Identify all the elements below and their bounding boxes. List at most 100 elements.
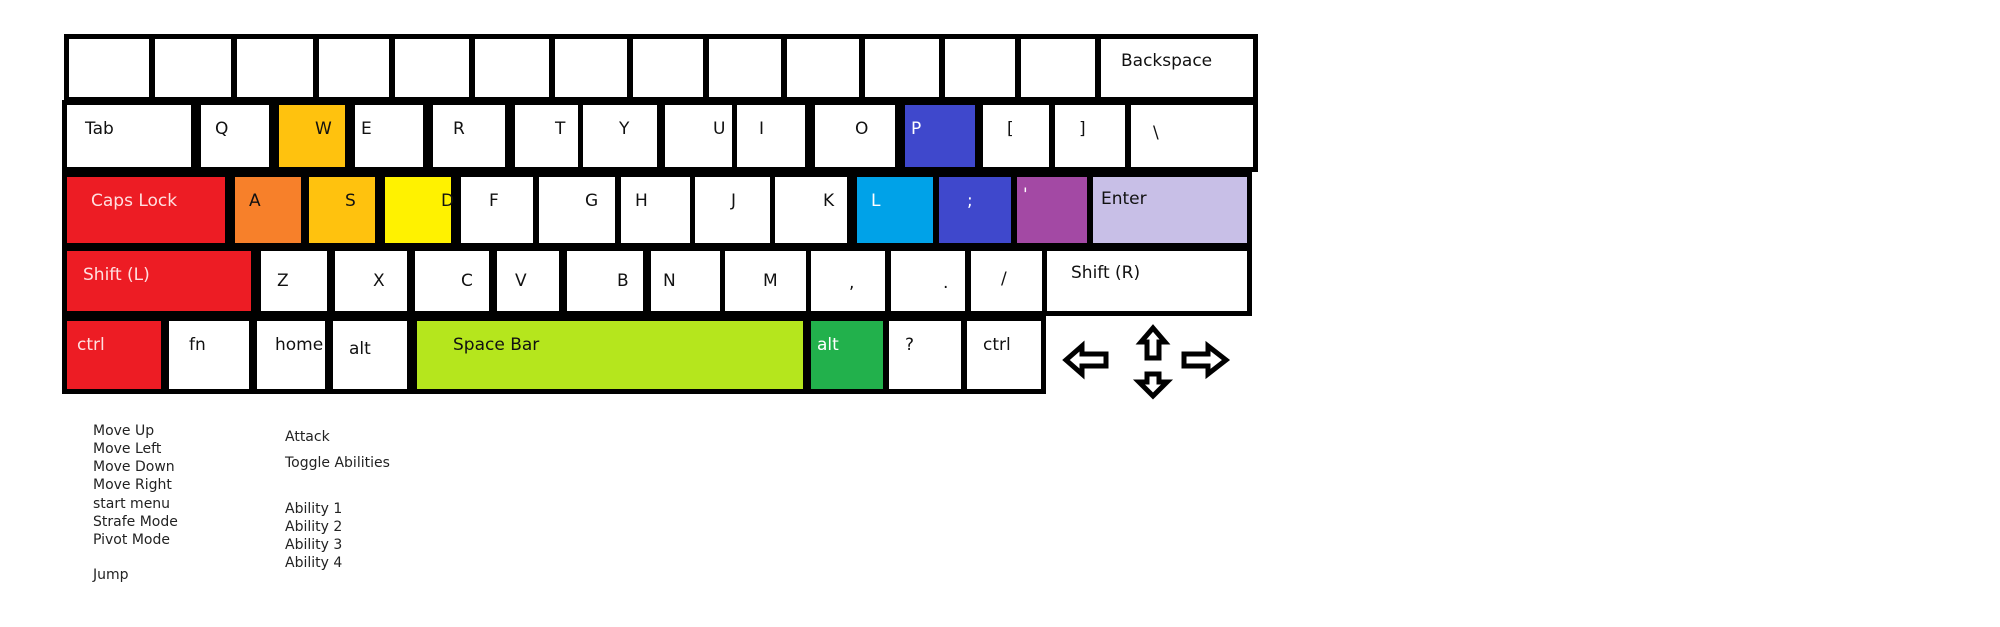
- key-shift-right: Shift (R): [1042, 246, 1252, 316]
- key-label: K: [823, 191, 835, 211]
- key-num-1: [64, 34, 154, 102]
- key-label: V: [515, 271, 527, 291]
- key-label: A: [249, 191, 261, 211]
- key-k: K: [770, 172, 852, 248]
- key-bracket-close: ]: [1050, 100, 1130, 172]
- key-label: G: [585, 191, 599, 211]
- legend-label: Jump: [93, 567, 129, 583]
- key-a: A: [230, 172, 306, 248]
- key-num-3: [232, 34, 318, 102]
- key-label: M: [763, 271, 778, 291]
- key-label: I: [759, 119, 765, 139]
- key-label: F: [489, 191, 499, 211]
- key-label: Shift (R): [1071, 263, 1141, 283]
- key-num-9: [704, 34, 786, 102]
- key-label: alt: [349, 339, 371, 359]
- key-label: [: [1007, 119, 1014, 139]
- key-num-10: [782, 34, 864, 102]
- key-label: N: [663, 271, 676, 291]
- key-alt-right: alt: [806, 316, 888, 394]
- legend-label: Strafe Mode: [93, 514, 178, 530]
- key-label: Tab: [85, 119, 114, 139]
- key-caps-lock: Caps Lock: [62, 172, 230, 248]
- key-label: fn: [189, 335, 206, 355]
- key-label: Caps Lock: [91, 191, 178, 211]
- key-label: W: [315, 119, 332, 139]
- key-label: ': [1023, 185, 1028, 205]
- legend-label: Attack: [285, 429, 330, 445]
- key-label: ?: [905, 335, 915, 355]
- key-d: D: [380, 172, 456, 248]
- arrow-left-icon: [1062, 340, 1109, 380]
- key-slash: /: [966, 246, 1048, 316]
- key-j: J: [690, 172, 776, 248]
- key-x: X: [330, 246, 412, 316]
- key-num-6: [470, 34, 554, 102]
- key-quote: ': [1012, 172, 1092, 248]
- key-space: Space Bar: [412, 316, 808, 394]
- legend-label: start menu: [93, 496, 171, 512]
- key-label: P: [911, 119, 922, 139]
- key-label: X: [373, 271, 385, 291]
- key-ctrl-left: ctrl: [62, 316, 166, 394]
- key-label: .: [943, 273, 949, 293]
- legend-label: Move Down: [93, 459, 175, 475]
- key-num-5: [390, 34, 474, 102]
- key-label: alt: [817, 335, 839, 355]
- key-n: N: [646, 246, 726, 316]
- key-label: Space Bar: [453, 335, 540, 355]
- key-label: B: [617, 271, 629, 291]
- arrow-right-icon: [1181, 340, 1231, 380]
- legend-label: Ability 1: [285, 501, 343, 517]
- key-e: E: [350, 100, 428, 172]
- key-r: R: [428, 100, 510, 172]
- key-label: D: [441, 191, 455, 211]
- key-shift-left: Shift (L): [62, 246, 256, 316]
- key-label: /: [1001, 269, 1007, 289]
- key-m: M: [720, 246, 812, 316]
- key-l: L: [852, 172, 938, 248]
- key-num-2: [150, 34, 236, 102]
- arrow-up-icon: [1135, 324, 1171, 361]
- key-c: C: [410, 246, 494, 316]
- key-label: L: [871, 191, 881, 211]
- key-label: Y: [619, 119, 630, 139]
- key-h: H: [616, 172, 698, 248]
- key-f: F: [456, 172, 538, 248]
- key-u: U: [660, 100, 738, 172]
- key-y: Y: [578, 100, 662, 172]
- legend-label: Ability 2: [285, 519, 343, 535]
- key-num-11: [860, 34, 944, 102]
- legend-label: Move Up: [93, 423, 155, 439]
- key-i: I: [732, 100, 810, 172]
- key-label: R: [453, 119, 465, 139]
- key-label: C: [461, 271, 473, 291]
- key-fn: fn: [164, 316, 254, 394]
- key-label: ctrl: [77, 335, 105, 355]
- legend-label: Ability 4: [285, 555, 343, 571]
- key-label: E: [361, 119, 372, 139]
- key-label: \: [1153, 123, 1159, 143]
- key-num-7: [550, 34, 632, 102]
- legend-label: Move Left: [93, 441, 162, 457]
- key-label: Backspace: [1121, 51, 1213, 71]
- key-question: ?: [884, 316, 966, 394]
- key-backspace: Backspace: [1096, 34, 1258, 102]
- key-num-4: [314, 34, 394, 102]
- key-label: Z: [277, 271, 289, 291]
- legend-label: Ability 3: [285, 537, 343, 553]
- key-g: G: [534, 172, 620, 248]
- key-num-13: [1016, 34, 1100, 102]
- key-comma: ,: [806, 246, 890, 316]
- key-label: ;: [967, 191, 973, 211]
- key-bracket-open: [: [978, 100, 1054, 172]
- key-backslash: \: [1126, 100, 1258, 172]
- key-label: H: [635, 191, 648, 211]
- key-label: O: [855, 119, 869, 139]
- legend-label: Toggle Abilities: [285, 455, 390, 471]
- key-ctrl-right: ctrl: [962, 316, 1046, 394]
- arrow-keys: [1062, 324, 1231, 400]
- key-alt-left: alt: [328, 316, 412, 394]
- key-label: ctrl: [983, 335, 1011, 355]
- key-enter: Enter: [1088, 172, 1252, 248]
